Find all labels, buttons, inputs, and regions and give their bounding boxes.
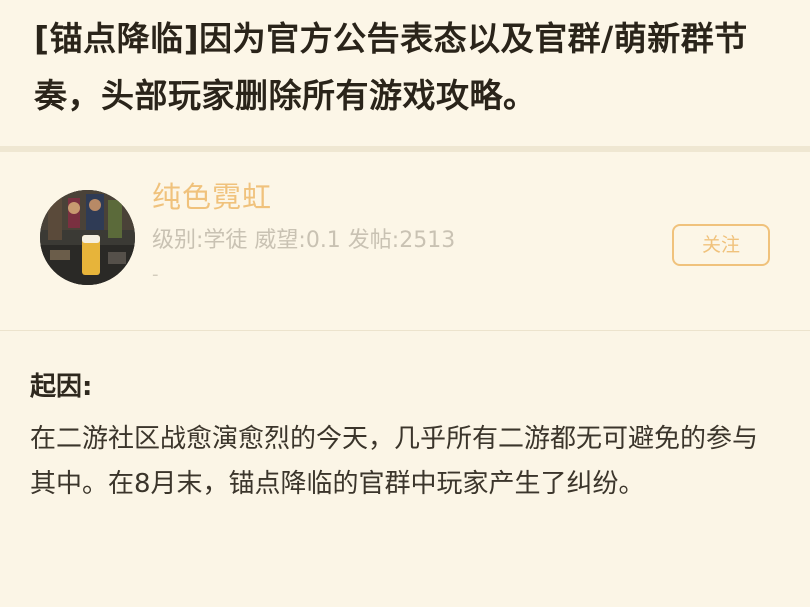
author-extra: -	[152, 264, 159, 285]
avatar[interactable]	[40, 190, 135, 285]
author-username[interactable]: 纯色霓虹	[152, 174, 272, 216]
section-heading: 起因:	[30, 372, 93, 402]
post-title: [锚点降临]因为官方公告表态以及官群/萌新群节奏，头部玩家删除所有游戏攻略。	[34, 19, 748, 115]
author-card: 纯色霓虹 级别:学徒 威望:0.1 发帖:2513 - 关注	[0, 152, 810, 331]
post-body: 起因: 在二游社区战愈演愈烈的今天，几乎所有二游都无可避免的参与其中。在8月末，…	[30, 365, 780, 507]
post-title-block: [锚点降临]因为官方公告表态以及官群/萌新群节奏，头部玩家删除所有游戏攻略。	[0, 0, 810, 146]
author-stats: 级别:学徒 威望:0.1 发帖:2513	[152, 228, 456, 253]
follow-button[interactable]: 关注	[672, 224, 770, 266]
avatar-image	[40, 190, 135, 285]
post-paragraph: 在二游社区战愈演愈烈的今天，几乎所有二游都无可避免的参与其中。在8月末，锚点降临…	[30, 424, 759, 499]
